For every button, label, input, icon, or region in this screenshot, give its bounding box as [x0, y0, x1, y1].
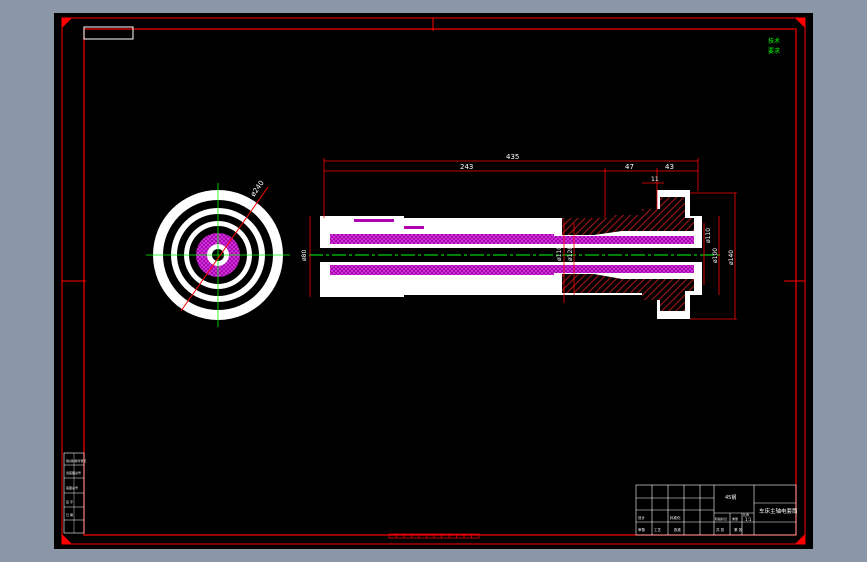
side-label-2: 旧底图总号	[66, 470, 81, 475]
dim-dia-left: ø80	[301, 250, 308, 261]
section-view	[309, 190, 720, 319]
title-drawing-name: 车床主轴电套筒	[759, 507, 798, 515]
tb-label-process: 工艺	[654, 527, 662, 532]
corner-mark-tl	[62, 18, 72, 28]
technical-note: 技术 要求	[768, 37, 780, 55]
title-material: 45钢	[725, 494, 736, 501]
side-label-5: 日 期	[66, 512, 73, 517]
tb-label-design: 设计	[638, 515, 646, 520]
dim-dia-right-3: ø140	[728, 250, 735, 265]
side-label-4: 签 字	[66, 499, 73, 504]
tb-label-ratio: 比例	[743, 512, 749, 517]
tb-label-approve: 批准	[674, 527, 682, 532]
dim-dia-inner-1: ø110	[556, 246, 563, 261]
end-view-diameter-label: ø240	[249, 179, 266, 198]
side-label-3: 底图总号	[66, 485, 78, 490]
cad-drawing: 技术 要求 ø240 435 243 47 43 11 ø80 ø110 ø12…	[61, 17, 806, 545]
side-table: 借(通)用件登记 旧底图总号 底图总号 签 字 日 期	[63, 452, 86, 534]
corner-mark-tr	[795, 18, 805, 28]
dim-dia-right-2: ø100	[712, 248, 719, 263]
dim-flange-width: 11	[651, 176, 659, 183]
bore-hatch-bottom	[320, 262, 702, 264]
hatch-upper	[562, 197, 694, 235]
corner-mark-bl	[62, 534, 72, 544]
tb-label-sheet: 第 张	[734, 527, 743, 532]
note-line-1: 技术	[768, 37, 780, 45]
dim-flange-length: 43	[665, 163, 674, 171]
dim-dia-right-1: ø110	[705, 228, 712, 243]
tb-label-review: 审核	[638, 527, 646, 532]
title-scale: 1:1	[745, 517, 752, 522]
bore-hatch-top	[320, 246, 702, 248]
side-label-1: 借(通)用件登记	[66, 458, 86, 463]
tb-label-stage: 阶段标记	[715, 516, 727, 521]
tb-label-total: 共 张	[716, 527, 725, 532]
dim-step-length: 47	[625, 163, 634, 171]
tb-label-weight: 重量	[732, 516, 738, 521]
note-line-2: 要求	[768, 47, 780, 55]
tb-label-standard: 标准化	[670, 515, 681, 520]
end-view: ø240	[146, 179, 290, 327]
dim-main-length: 243	[460, 163, 473, 171]
dim-overall-length: 435	[506, 153, 519, 161]
drawing-sheet: 技术 要求 ø240 435 243 47 43 11 ø80 ø110 ø12…	[54, 13, 813, 549]
hatch-lower	[562, 274, 694, 311]
dim-dia-inner-2: ø128	[567, 246, 574, 261]
